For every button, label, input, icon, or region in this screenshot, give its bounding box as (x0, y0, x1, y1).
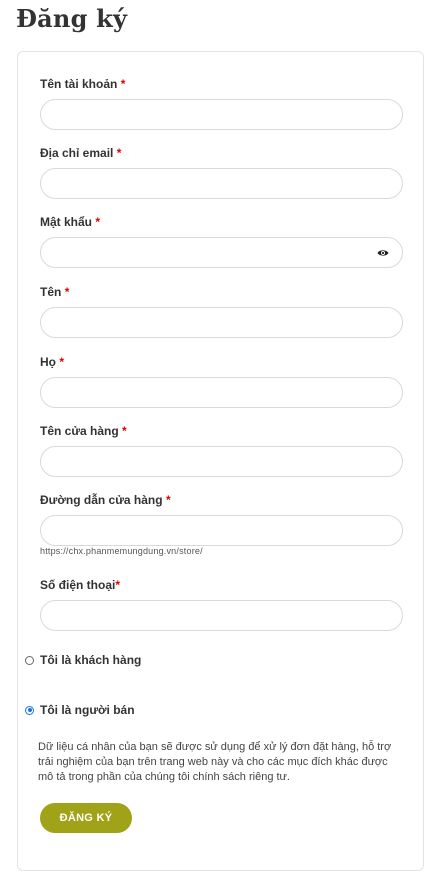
store-url-hint: https://chx.phanmemungdung.vn/store/ (40, 546, 203, 556)
email-input[interactable] (40, 168, 403, 199)
store-name-label: Tên cửa hàng * (40, 424, 127, 438)
radio-seller[interactable] (25, 705, 34, 715)
first-name-input[interactable] (40, 307, 403, 338)
eye-icon[interactable] (377, 247, 389, 259)
page-title: Đăng ký (16, 4, 128, 33)
password-label: Mật khẩu * (40, 215, 101, 229)
email-label: Địa chỉ email * (40, 146, 122, 160)
password-field[interactable] (40, 237, 403, 268)
last-name-label: Họ * (40, 355, 65, 369)
role-seller-option[interactable]: Tôi là người bán (25, 703, 135, 717)
phone-input[interactable] (40, 600, 403, 631)
register-button[interactable]: ĐĂNG KÝ (40, 803, 132, 833)
username-label: Tên tài khoản * (40, 77, 126, 91)
radio-customer[interactable] (25, 655, 34, 665)
privacy-notice: Dữ liệu cá nhân của bạn sẽ được sử dụng … (38, 741, 392, 783)
role-customer-option[interactable]: Tôi là khách hàng (25, 653, 141, 667)
store-url-input[interactable] (40, 515, 403, 546)
phone-label: Số điện thoại* (40, 578, 121, 592)
username-input[interactable] (40, 99, 403, 130)
first-name-label: Tên * (40, 285, 70, 299)
store-url-label: Đường dẫn cửa hàng * (40, 493, 171, 507)
last-name-input[interactable] (40, 377, 403, 408)
store-name-input[interactable] (40, 446, 403, 477)
